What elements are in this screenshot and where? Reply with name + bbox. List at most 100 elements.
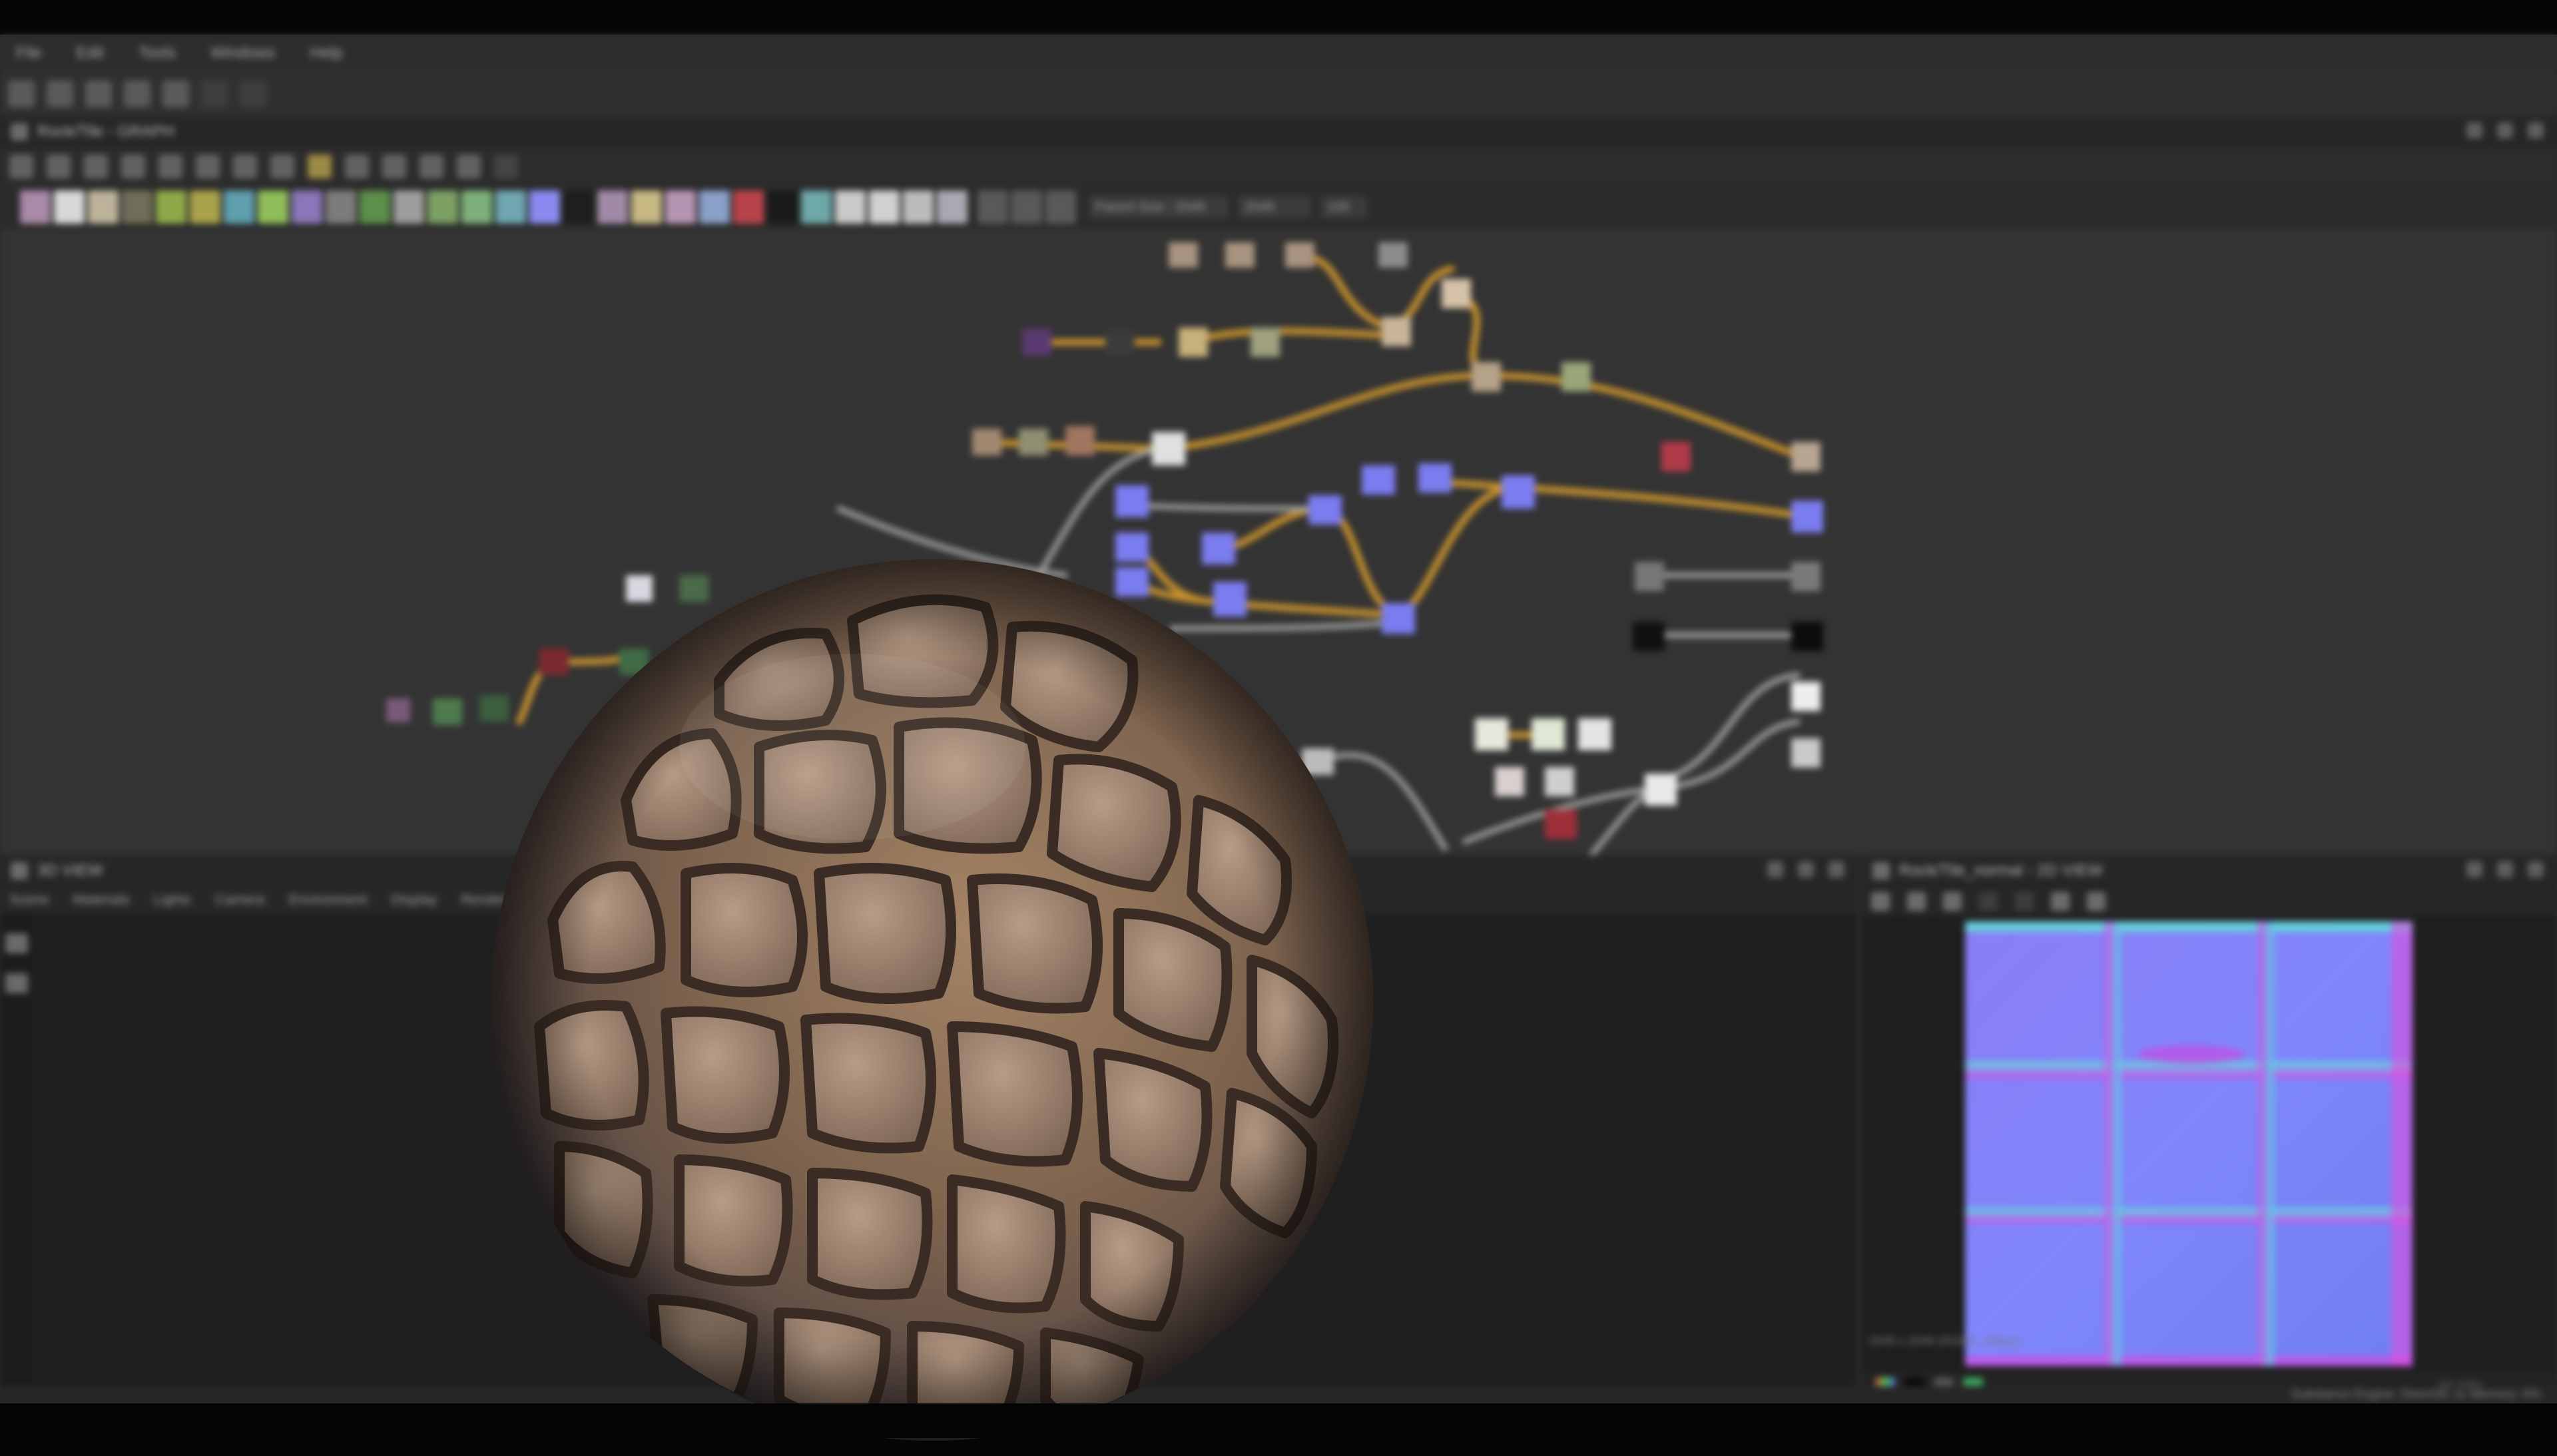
graph-frame-icon[interactable]: [47, 154, 71, 178]
maximize-panel-icon[interactable]: [2497, 122, 2513, 138]
import-icon[interactable]: [162, 81, 189, 107]
graph-node: [1022, 329, 1051, 356]
undo-icon[interactable]: [201, 81, 228, 107]
copy-image-icon[interactable]: [1943, 892, 1962, 911]
palette-node-icon[interactable]: [258, 190, 288, 224]
palette-node-icon[interactable]: [88, 190, 119, 224]
palette-camera-icon[interactable]: [1011, 190, 1042, 224]
camera-tool-icon[interactable]: [5, 933, 28, 953]
palette-node-icon[interactable]: [190, 190, 220, 224]
main-toolbar: [0, 72, 2557, 116]
graph-share-icon[interactable]: [233, 154, 257, 178]
palette-node-icon[interactable]: [529, 190, 560, 224]
graph-pin-icon[interactable]: [121, 154, 145, 178]
palette-more-icon[interactable]: [978, 190, 1008, 224]
palette-node-icon[interactable]: [54, 190, 85, 224]
float-panel-icon[interactable]: [2466, 861, 2482, 877]
connection-wire: [1395, 484, 1515, 618]
3d-menu-lights[interactable]: Lights: [154, 892, 191, 908]
graph-link-icon[interactable]: [196, 154, 220, 178]
graph-settings-icon[interactable]: [9, 154, 33, 178]
palette-node-icon[interactable]: [292, 190, 322, 224]
palette-node-icon[interactable]: [767, 190, 798, 224]
graph-node: [1791, 501, 1823, 533]
palette-node-icon[interactable]: [122, 190, 152, 224]
3d-menu-environment[interactable]: Environment: [289, 892, 368, 908]
3d-menu-scene[interactable]: Scene: [9, 892, 49, 908]
grid-tool-icon[interactable]: [2087, 892, 2106, 911]
palette-node-icon[interactable]: [360, 190, 390, 224]
graph-toolbar: [0, 148, 2557, 185]
3d-menu-display[interactable]: Display: [391, 892, 437, 908]
palette-node-icon[interactable]: [733, 190, 764, 224]
save-file-icon[interactable]: [85, 81, 112, 107]
palette-node-icon[interactable]: [903, 190, 934, 224]
graph-node: [1472, 362, 1501, 391]
palette-node-icon[interactable]: [427, 190, 458, 224]
connection-wire: [1655, 719, 1801, 791]
new-file-icon[interactable]: [8, 81, 35, 107]
graph-publish-icon[interactable]: [270, 154, 294, 178]
graph-layout-icon[interactable]: [457, 154, 481, 178]
graph-tag-icon[interactable]: [308, 154, 332, 178]
3d-menu-materials[interactable]: Materials: [73, 892, 130, 908]
tiling-icon[interactable]: [2015, 892, 2034, 911]
open-file-icon[interactable]: [47, 81, 73, 107]
menu-tools[interactable]: Tools: [139, 44, 176, 63]
engine-status: Substance Engine: Direct3D 11 Memory: 8%: [2291, 1387, 2541, 1401]
close-panel-icon[interactable]: [2528, 122, 2544, 138]
close-panel-icon[interactable]: [1829, 861, 1845, 877]
save-all-icon[interactable]: [124, 81, 150, 107]
graph-comment-icon[interactable]: [84, 154, 108, 178]
palette-info-icon[interactable]: [1045, 190, 1076, 224]
palette-node-icon[interactable]: [461, 190, 492, 224]
palette-node-icon[interactable]: [394, 190, 424, 224]
graph-node: [1633, 622, 1665, 651]
maximize-panel-icon[interactable]: [1798, 861, 1814, 877]
palette-node-icon[interactable]: [801, 190, 832, 224]
3d-menu-camera[interactable]: Camera: [215, 892, 265, 908]
graph-node: [1645, 774, 1677, 806]
channel-icon[interactable]: [1979, 892, 1998, 911]
graph-search-icon[interactable]: [158, 154, 182, 178]
float-panel-icon[interactable]: [1767, 861, 1783, 877]
light-tool-icon[interactable]: [5, 973, 28, 993]
palette-node-icon[interactable]: [563, 190, 594, 224]
2d-view-icon: [1872, 861, 1890, 879]
zoom-field[interactable]: 100: [1320, 196, 1367, 218]
palette-node-icon[interactable]: [495, 190, 526, 224]
palette-node-icon[interactable]: [699, 190, 730, 224]
palette-node-icon[interactable]: [631, 190, 662, 224]
menu-file[interactable]: File: [16, 44, 42, 63]
palette-node-icon[interactable]: [20, 190, 51, 224]
graph-more-icon[interactable]: [494, 154, 518, 178]
palette-node-icon[interactable]: [156, 190, 186, 224]
menu-windows[interactable]: Windows: [210, 44, 275, 63]
palette-node-icon[interactable]: [597, 190, 628, 224]
palette-node-icon[interactable]: [835, 190, 866, 224]
size-value-field[interactable]: 2048: [1238, 196, 1311, 218]
palette-node-icon[interactable]: [326, 190, 356, 224]
menu-help[interactable]: Help: [310, 44, 342, 63]
maximize-panel-icon[interactable]: [2497, 861, 2513, 877]
palette-node-icon[interactable]: [224, 190, 254, 224]
material-preview-sphere[interactable]: [479, 547, 1385, 1453]
float-panel-icon[interactable]: [2466, 122, 2482, 138]
graph-node: [1562, 362, 1591, 391]
rock-tile-sphere: [491, 559, 1373, 1441]
palette-node-icon[interactable]: [665, 190, 696, 224]
normal-map-preview[interactable]: [1965, 921, 2413, 1366]
view-settings-icon[interactable]: [1871, 892, 1890, 911]
graph-brush-icon[interactable]: [420, 154, 443, 178]
palette-node-icon[interactable]: [937, 190, 968, 224]
redo-icon[interactable]: [240, 81, 266, 107]
menu-edit[interactable]: Edit: [77, 44, 104, 63]
graph-node: [1105, 329, 1135, 356]
save-image-icon[interactable]: [1907, 892, 1926, 911]
close-panel-icon[interactable]: [2528, 861, 2544, 877]
graph-curve-icon[interactable]: [345, 154, 369, 178]
palette-node-icon[interactable]: [869, 190, 900, 224]
parent-size-dropdown[interactable]: Parent Size : 2048: [1089, 196, 1229, 218]
graph-align-icon[interactable]: [382, 154, 406, 178]
pen-tool-icon[interactable]: [2051, 892, 2070, 911]
